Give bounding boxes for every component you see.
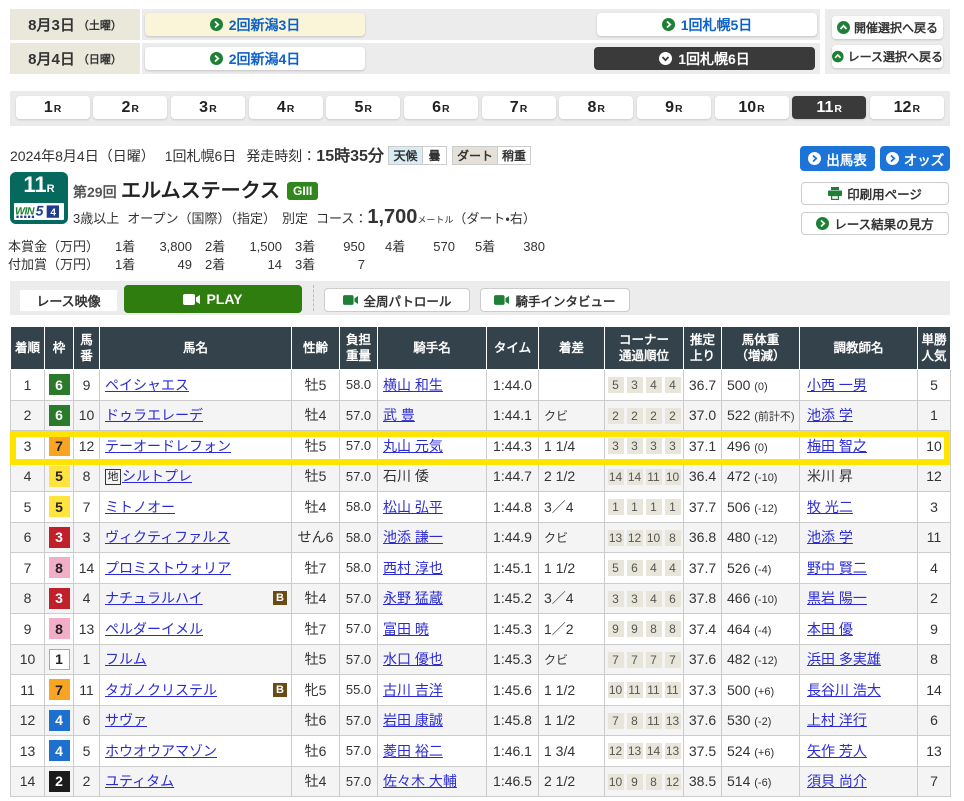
svg-text:WIN: WIN [15,206,36,218]
svg-text:5: 5 [36,204,45,219]
svg-text:4: 4 [50,207,56,218]
